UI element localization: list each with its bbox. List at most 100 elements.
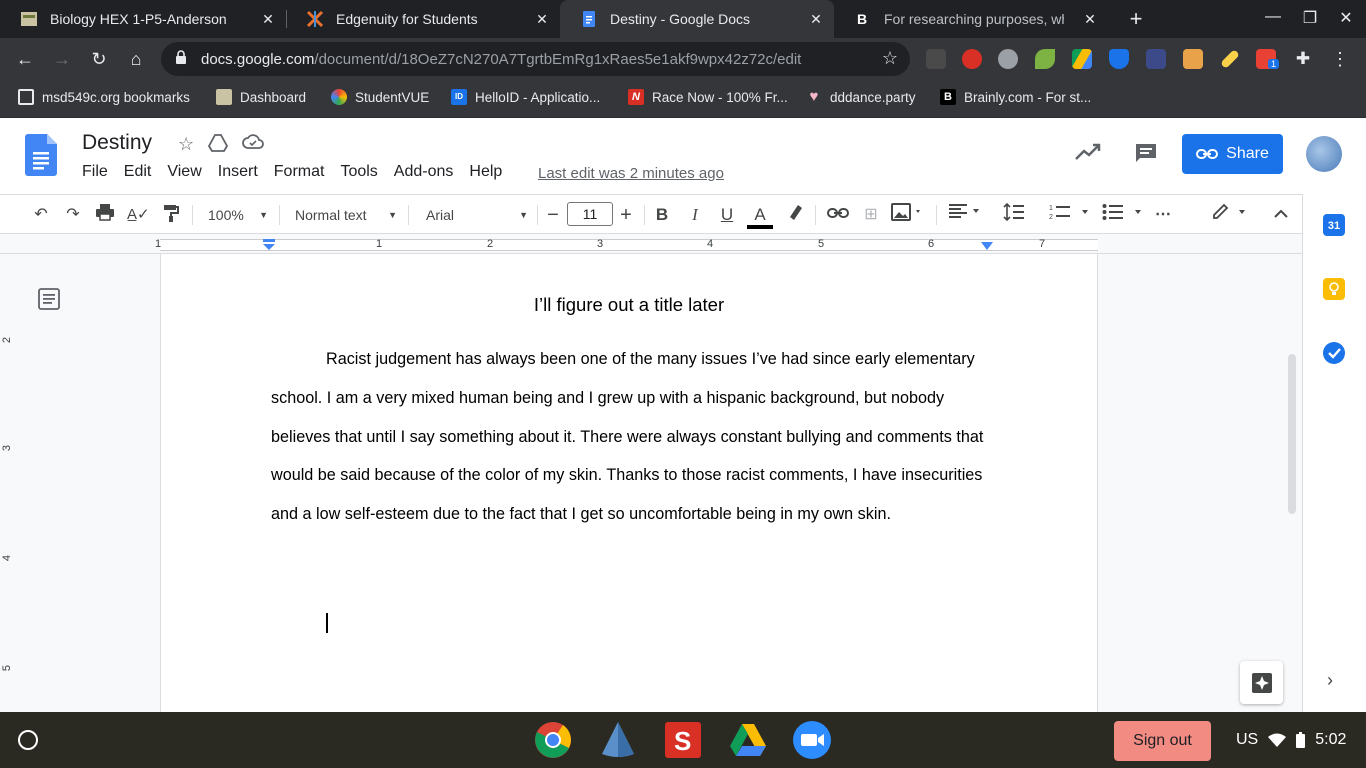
star-icon[interactable]: ☆ bbox=[178, 134, 194, 157]
close-tab-icon[interactable]: ✕ bbox=[260, 11, 276, 27]
more-vertical-icon[interactable]: ⋮ bbox=[1328, 47, 1352, 71]
menu-insert[interactable]: Insert bbox=[218, 163, 258, 181]
status-tray[interactable]: US 5:02 bbox=[1236, 731, 1346, 749]
vertical-scrollbar[interactable] bbox=[1288, 354, 1296, 514]
address-bar[interactable]: docs.google.com/document/d/18OeZ7cN270A7… bbox=[161, 42, 910, 76]
spellcheck-icon[interactable]: A̲✓ bbox=[127, 203, 150, 227]
text-color-icon[interactable]: A bbox=[747, 203, 773, 229]
menu-format[interactable]: Format bbox=[274, 163, 325, 181]
bookmark-item[interactable]: Dashboard bbox=[216, 89, 306, 105]
menu-view[interactable]: View bbox=[167, 163, 201, 181]
document-outline-icon[interactable] bbox=[38, 288, 60, 310]
bookmark-item[interactable]: StudentVUE bbox=[331, 89, 429, 105]
horizontal-ruler[interactable]: 1 1 2 3 4 5 6 7 bbox=[0, 234, 1302, 254]
font-size-input[interactable]: 11 bbox=[567, 202, 613, 226]
right-indent-marker-icon[interactable] bbox=[980, 240, 994, 252]
numbered-list-icon[interactable]: 12 bbox=[1048, 203, 1092, 227]
menu-tools[interactable]: Tools bbox=[340, 163, 377, 181]
last-edit-link[interactable]: Last edit was 2 minutes ago bbox=[538, 165, 724, 182]
tab-edgenuity[interactable]: Edgenuity for Students ✕ bbox=[286, 0, 560, 38]
new-tab-button[interactable]: + bbox=[1124, 7, 1148, 31]
forward-arrow-icon[interactable]: → bbox=[50, 47, 74, 71]
insert-link-icon[interactable] bbox=[826, 203, 850, 227]
reload-icon[interactable]: ↻ bbox=[87, 47, 111, 71]
menu-file[interactable]: File bbox=[82, 163, 108, 181]
line-spacing-icon[interactable] bbox=[1002, 202, 1026, 227]
underline-icon[interactable]: U bbox=[717, 203, 737, 227]
sign-out-button[interactable]: Sign out bbox=[1114, 721, 1211, 761]
bookmark-item[interactable]: B Brainly.com - For st... bbox=[940, 89, 1091, 105]
keep-icon[interactable] bbox=[1323, 278, 1345, 300]
redo-icon[interactable]: ↷ bbox=[62, 203, 84, 227]
extension-target-icon[interactable] bbox=[962, 49, 982, 69]
menu-edit[interactable]: Edit bbox=[124, 163, 152, 181]
tab-biology[interactable]: Biology HEX 1-P5-Anderson ✕ bbox=[0, 0, 286, 38]
tab-brainly[interactable]: B For researching purposes, when ✕ bbox=[834, 0, 1108, 38]
hide-menus-chevron-icon[interactable] bbox=[1270, 203, 1292, 227]
editing-mode-icon[interactable] bbox=[1210, 203, 1250, 227]
tab-destiny-docs[interactable]: Destiny - Google Docs ✕ bbox=[560, 0, 834, 38]
print-icon[interactable] bbox=[94, 203, 116, 227]
paint-format-icon[interactable] bbox=[160, 203, 182, 227]
cone-app-icon[interactable] bbox=[598, 720, 638, 760]
tasks-icon[interactable] bbox=[1323, 342, 1345, 364]
extension-badge-icon[interactable]: 1 bbox=[1256, 49, 1280, 69]
left-indent-marker-icon[interactable] bbox=[262, 238, 276, 252]
insert-image-icon[interactable] bbox=[890, 203, 924, 227]
align-dropdown-icon[interactable] bbox=[947, 203, 983, 227]
add-comment-icon[interactable]: ⊞ bbox=[860, 203, 882, 227]
move-to-drive-icon[interactable] bbox=[208, 134, 229, 157]
comments-icon[interactable] bbox=[1134, 142, 1158, 169]
document-title[interactable]: Destiny bbox=[82, 131, 152, 155]
undo-icon[interactable]: ↶ bbox=[30, 203, 52, 227]
extension-face-icon[interactable] bbox=[1183, 49, 1203, 69]
bookmark-item[interactable]: ♥ dddance.party bbox=[806, 89, 916, 105]
more-options-icon[interactable]: ⋯ bbox=[1152, 203, 1174, 227]
launcher-icon[interactable] bbox=[18, 730, 38, 750]
menu-addons[interactable]: Add-ons bbox=[394, 163, 454, 181]
bold-icon[interactable]: B bbox=[652, 203, 672, 227]
document-page[interactable]: I’ll figure out a title later Racist jud… bbox=[160, 254, 1098, 712]
extension-headset-icon[interactable] bbox=[998, 49, 1018, 69]
italic-icon[interactable]: I bbox=[685, 203, 705, 227]
increase-font-size-icon[interactable]: + bbox=[616, 203, 636, 227]
schoology-app-icon[interactable]: S bbox=[663, 720, 703, 760]
extension-pencil-icon[interactable] bbox=[1220, 49, 1240, 69]
back-arrow-icon[interactable]: ← bbox=[13, 47, 37, 71]
extension-shield-icon[interactable] bbox=[1109, 49, 1129, 69]
bookmark-item[interactable]: ID HelloID - Applicatio... bbox=[451, 89, 600, 105]
chrome-app-icon[interactable] bbox=[533, 720, 573, 760]
maximize-icon[interactable]: ❐ bbox=[1298, 8, 1322, 28]
calendar-icon[interactable]: 31 bbox=[1323, 214, 1345, 236]
vertical-ruler[interactable]: 2 3 4 5 bbox=[0, 254, 16, 712]
decrease-font-size-icon[interactable]: − bbox=[543, 203, 563, 227]
highlight-color-icon[interactable] bbox=[784, 203, 806, 227]
font-dropdown[interactable]: Arial ▼ bbox=[426, 203, 528, 227]
close-tab-icon[interactable]: ✕ bbox=[1082, 11, 1098, 27]
bulleted-list-icon[interactable] bbox=[1101, 203, 1145, 227]
menu-help[interactable]: Help bbox=[469, 163, 502, 181]
extension-game-icon[interactable] bbox=[1146, 49, 1166, 69]
close-tab-icon[interactable]: ✕ bbox=[534, 11, 550, 27]
cloud-saved-icon[interactable] bbox=[242, 134, 265, 157]
zoom-app-icon[interactable] bbox=[792, 720, 832, 760]
bookmark-item[interactable]: N Race Now - 100% Fr... bbox=[628, 89, 788, 105]
home-icon[interactable]: ⌂ bbox=[124, 47, 148, 71]
extension-robot-icon[interactable] bbox=[926, 49, 946, 69]
explore-button[interactable] bbox=[1240, 661, 1283, 704]
google-drive-extension-icon[interactable] bbox=[1072, 49, 1092, 69]
account-avatar[interactable] bbox=[1306, 136, 1342, 172]
google-docs-logo-icon[interactable] bbox=[25, 134, 57, 176]
google-drive-app-icon[interactable] bbox=[728, 720, 768, 760]
zoom-dropdown[interactable]: 100% ▼ bbox=[208, 203, 268, 227]
minimize-icon[interactable]: — bbox=[1261, 8, 1285, 26]
close-window-icon[interactable]: ✕ bbox=[1334, 8, 1358, 28]
extensions-puzzle-icon[interactable]: ✚ bbox=[1291, 47, 1315, 71]
extension-leaf-icon[interactable] bbox=[1035, 49, 1055, 69]
bookmark-star-icon[interactable]: ☆ bbox=[882, 48, 898, 69]
close-tab-icon[interactable]: ✕ bbox=[808, 11, 824, 27]
activity-dashboard-icon[interactable] bbox=[1075, 143, 1101, 166]
paragraph-style-dropdown[interactable]: Normal text ▼ bbox=[295, 203, 397, 227]
bookmark-folder[interactable]: msd549c.org bookmarks bbox=[18, 89, 190, 105]
expand-panel-chevron-icon[interactable]: › bbox=[1327, 670, 1333, 691]
